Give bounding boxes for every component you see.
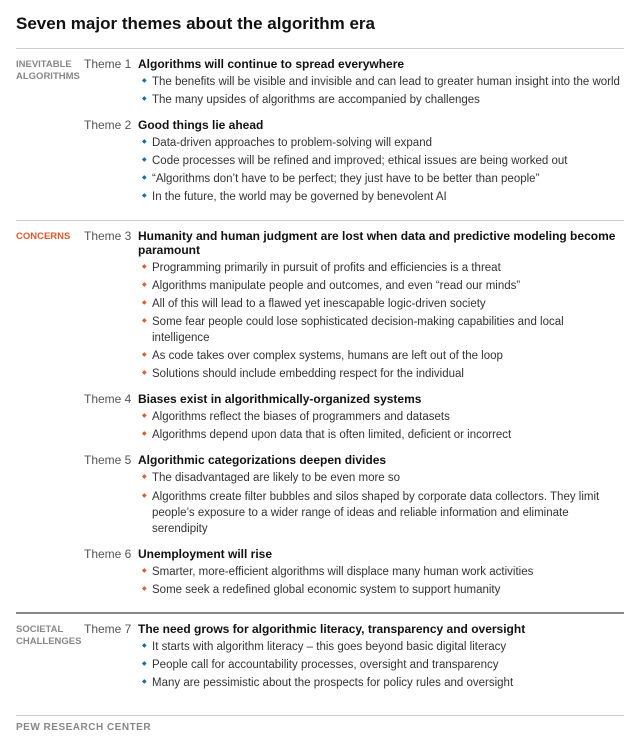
list-item: Many are pessimistic about the prospects… bbox=[142, 675, 624, 691]
list-item: As code takes over complex systems, huma… bbox=[142, 348, 624, 364]
theme-bullets: Smarter, more-efficient algorithms will … bbox=[84, 564, 624, 598]
theme-header-0: Theme 3Humanity and human judgment are l… bbox=[84, 229, 624, 257]
theme-header-2: Theme 5Algorithmic categorizations deepe… bbox=[84, 453, 624, 467]
theme-title: The need grows for algorithmic literacy,… bbox=[138, 622, 624, 636]
list-item: Solutions should include embedding respe… bbox=[142, 366, 624, 382]
theme-title: Good things lie ahead bbox=[138, 118, 624, 132]
section-label-2: SOCIETAL CHALLENGES bbox=[16, 622, 84, 701]
theme-number: Theme 1 bbox=[84, 57, 138, 71]
theme-title: Algorithmic categorizations deepen divid… bbox=[138, 453, 624, 467]
list-item: Algorithms depend upon data that is ofte… bbox=[142, 427, 624, 443]
themes-block-2: Theme 7The need grows for algorithmic li… bbox=[84, 622, 624, 701]
theme-bullets: The disadvantaged are likely to be even … bbox=[84, 470, 624, 536]
theme-bullets: Data-driven approaches to problem-solvin… bbox=[84, 135, 624, 205]
theme-theme-2: Theme 2Good things lie ahead Data-driven … bbox=[84, 118, 624, 205]
theme-theme-7: Theme 7The need grows for algorithmic li… bbox=[84, 622, 624, 691]
theme-title: Unemployment will rise bbox=[138, 547, 624, 561]
theme-number: Theme 6 bbox=[84, 547, 138, 561]
list-item: In the future, the world may be governed… bbox=[142, 189, 624, 205]
section-group-1: CONCERNSTheme 3Humanity and human judgme… bbox=[16, 220, 624, 612]
list-item: The disadvantaged are likely to be even … bbox=[142, 470, 624, 486]
list-item: Code processes will be refined and impro… bbox=[142, 153, 624, 169]
theme-title: Algorithms will continue to spread every… bbox=[138, 57, 624, 71]
theme-title: Humanity and human judgment are lost whe… bbox=[138, 229, 624, 257]
list-item: “Algorithms don’t have to be perfect; th… bbox=[142, 171, 624, 187]
theme-number: Theme 4 bbox=[84, 392, 138, 406]
theme-bullets: The benefits will be visible and invisib… bbox=[84, 74, 624, 108]
list-item: Algorithms create filter bubbles and sil… bbox=[142, 489, 624, 537]
list-item: It starts with algorithm literacy – this… bbox=[142, 639, 624, 655]
list-item: Algorithms manipulate people and outcome… bbox=[142, 278, 624, 294]
theme-number: Theme 5 bbox=[84, 453, 138, 467]
list-item: All of this will lead to a flawed yet in… bbox=[142, 296, 624, 312]
list-item: Some fear people could lose sophisticate… bbox=[142, 314, 624, 346]
page: Seven major themes about the algorithm e… bbox=[0, 0, 640, 743]
theme-theme-4: Theme 4Biases exist in algorithmically-o… bbox=[84, 392, 624, 443]
theme-theme-1: Theme 1Algorithms will continue to sprea… bbox=[84, 57, 624, 108]
theme-number: Theme 3 bbox=[84, 229, 138, 243]
theme-number: Theme 2 bbox=[84, 118, 138, 132]
theme-header-1: Theme 2Good things lie ahead bbox=[84, 118, 624, 132]
themes-block-0: Theme 1Algorithms will continue to sprea… bbox=[84, 57, 624, 216]
theme-header-0: Theme 1Algorithms will continue to sprea… bbox=[84, 57, 624, 71]
footer-label: PEW RESEARCH CENTER bbox=[16, 715, 624, 733]
section-label-1: CONCERNS bbox=[16, 229, 84, 608]
themes-block-1: Theme 3Humanity and human judgment are l… bbox=[84, 229, 624, 608]
theme-header-1: Theme 4Biases exist in algorithmically-o… bbox=[84, 392, 624, 406]
section-group-0: INEVITABLE ALGORITHMSTheme 1Algorithms w… bbox=[16, 48, 624, 220]
section-group-2: SOCIETAL CHALLENGESTheme 7The need grows… bbox=[16, 612, 624, 705]
page-title: Seven major themes about the algorithm e… bbox=[16, 14, 624, 34]
list-item: People call for accountability processes… bbox=[142, 657, 624, 673]
list-item: Data-driven approaches to problem-solvin… bbox=[142, 135, 624, 151]
theme-header-3: Theme 6Unemployment will rise bbox=[84, 547, 624, 561]
theme-bullets: Programming primarily in pursuit of prof… bbox=[84, 260, 624, 383]
list-item: Algorithms reflect the biases of program… bbox=[142, 409, 624, 425]
theme-number: Theme 7 bbox=[84, 622, 138, 636]
theme-bullets: It starts with algorithm literacy – this… bbox=[84, 639, 624, 691]
theme-title: Biases exist in algorithmically-organize… bbox=[138, 392, 624, 406]
list-item: Some seek a redefined global economic sy… bbox=[142, 582, 624, 598]
section-label-0: INEVITABLE ALGORITHMS bbox=[16, 57, 84, 216]
theme-theme-5: Theme 5Algorithmic categorizations deepe… bbox=[84, 453, 624, 536]
list-item: The benefits will be visible and invisib… bbox=[142, 74, 624, 90]
theme-theme-6: Theme 6Unemployment will rise Smarter, mo… bbox=[84, 547, 624, 598]
theme-bullets: Algorithms reflect the biases of program… bbox=[84, 409, 624, 443]
list-item: The many upsides of algorithms are accom… bbox=[142, 92, 624, 108]
list-item: Programming primarily in pursuit of prof… bbox=[142, 260, 624, 276]
theme-theme-3: Theme 3Humanity and human judgment are l… bbox=[84, 229, 624, 383]
list-item: Smarter, more-efficient algorithms will … bbox=[142, 564, 624, 580]
theme-header-0: Theme 7The need grows for algorithmic li… bbox=[84, 622, 624, 636]
